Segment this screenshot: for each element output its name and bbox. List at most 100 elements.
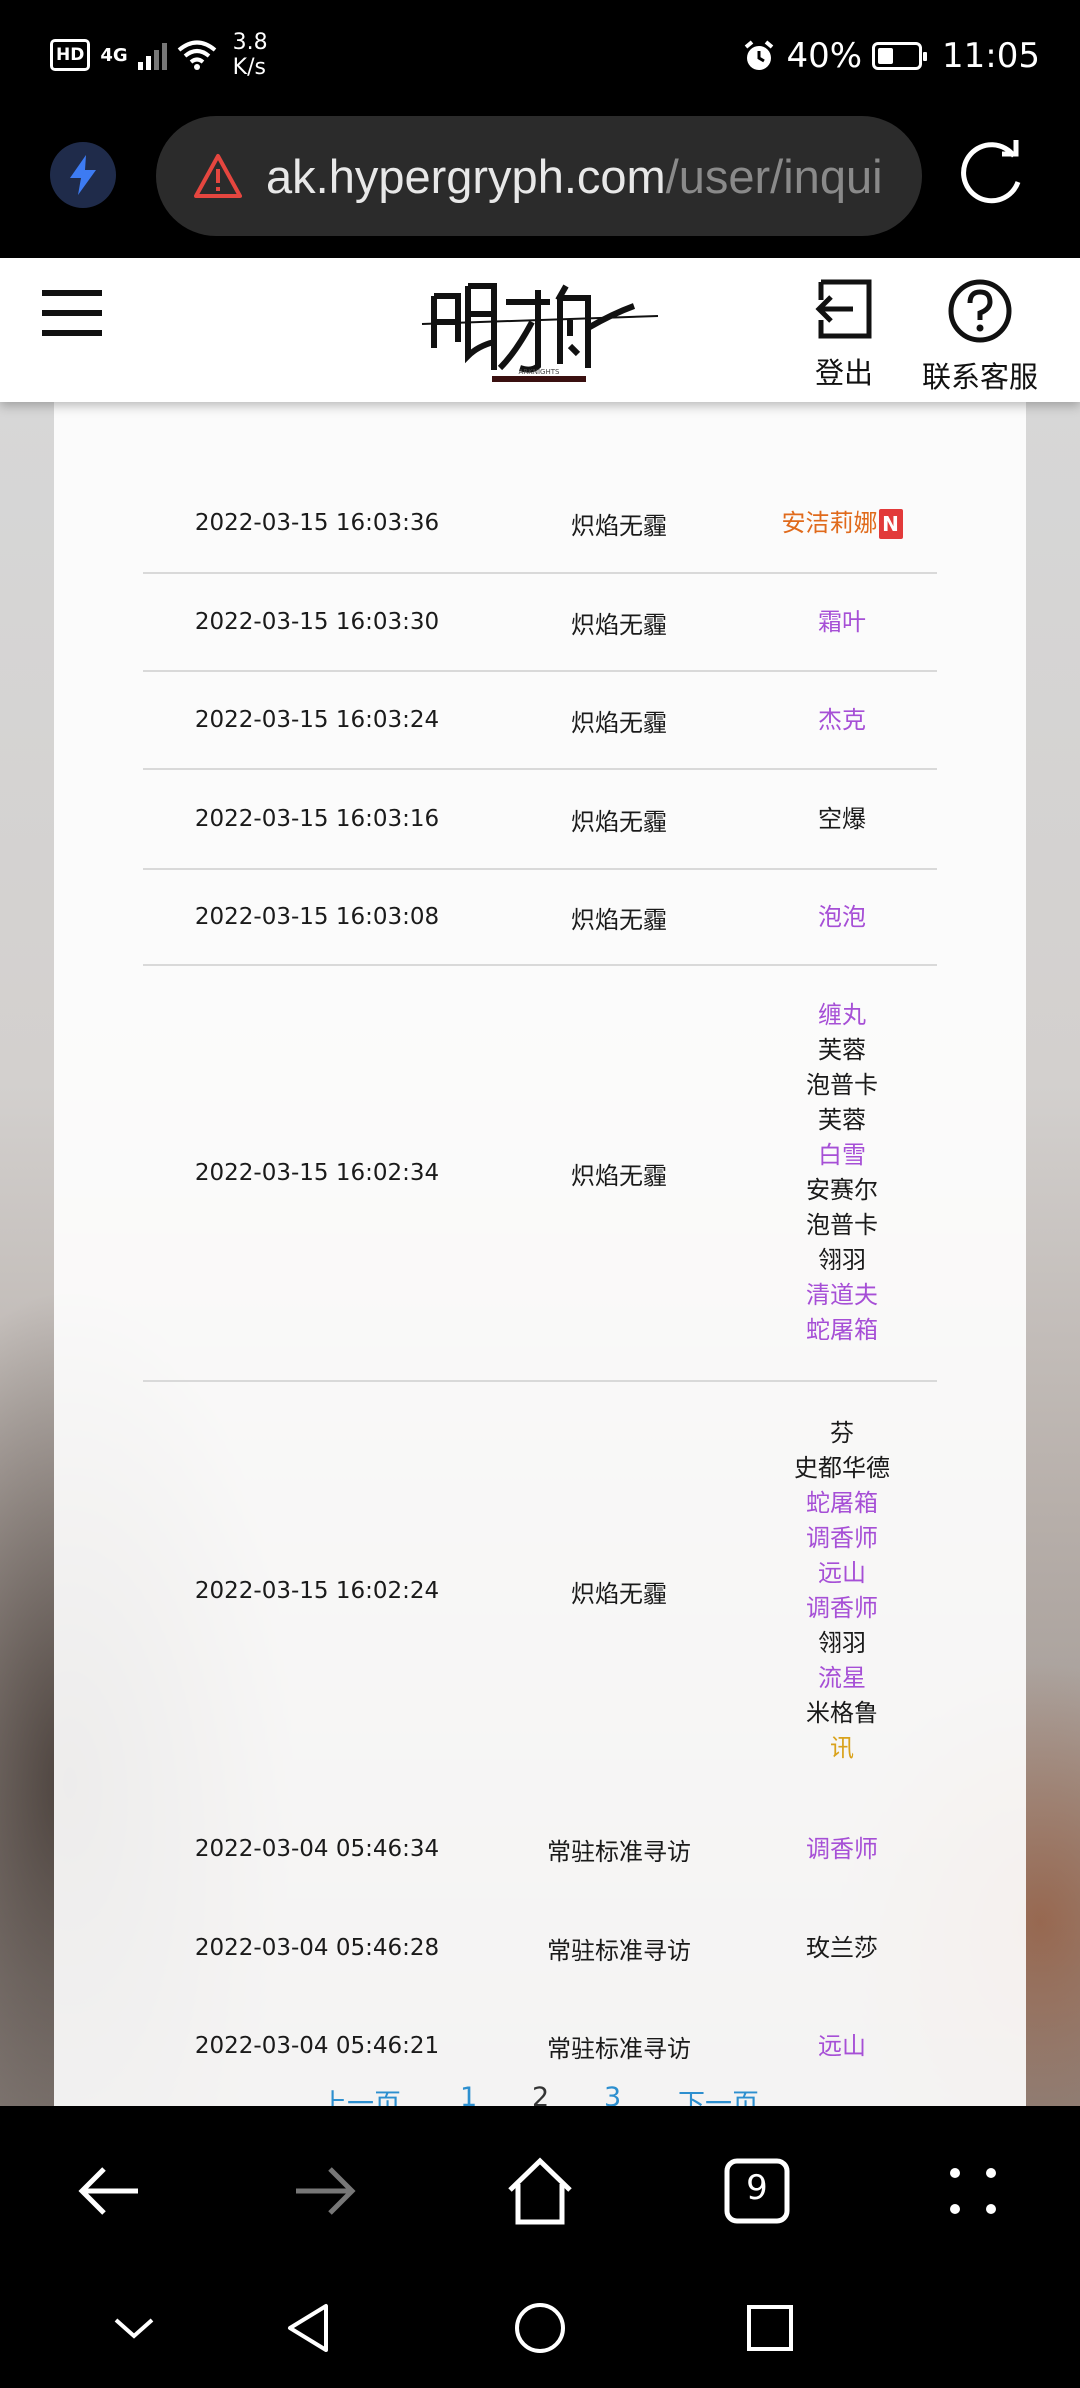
pool-name: 常驻标准寻访 [547, 1936, 691, 1965]
back-icon[interactable] [74, 2156, 144, 2226]
operator-name: 芬 [830, 1419, 854, 1447]
operator-entry: 蛇屠箱 [747, 1313, 937, 1348]
operators-cell: 杰克 [747, 703, 937, 738]
pull-time: 2022-03-04 05:46:21 [194, 2033, 440, 2059]
operators-cell: 调香师 [747, 1832, 937, 1867]
operators-cell: 芬史都华德 蛇屠箱 调香师 远山 调香师 翎羽 流星 米格鲁讯 [747, 1416, 937, 1766]
pool-name: 炽焰无霾 [571, 1161, 667, 1190]
tabs-button[interactable]: 9 [722, 2156, 792, 2226]
pull-time: 2022-03-15 16:03:16 [194, 806, 440, 832]
operator-name: 翎羽 [818, 1629, 866, 1657]
speed-unit: K/s [232, 55, 266, 80]
operator-entry: 米格鲁 [747, 1696, 937, 1731]
operator-name: 史都华德 [794, 1454, 890, 1482]
logout-label: 登出 [814, 356, 873, 390]
recent-apps-icon[interactable] [742, 2300, 798, 2356]
logout-button[interactable]: 登出 [808, 278, 880, 392]
browser-address-bar: ak.hypergryph.com/user/inqui [0, 112, 1080, 258]
system-home-icon[interactable] [512, 2300, 568, 2356]
operator-name: 霜叶 [818, 607, 866, 636]
url-host: ak.hypergryph.com [266, 149, 666, 203]
status-bar: HD 4G 3.8 K/s 40% 11:05 [0, 0, 1080, 112]
operator-name: 流星 [818, 1664, 866, 1692]
table-row: 2022-03-04 05:46:28 常驻标准寻访 玫兰莎 [143, 1900, 937, 1996]
pool-name: 常驻标准寻访 [547, 2034, 691, 2063]
operator-entry: 玫兰莎 [747, 1931, 937, 1966]
pull-time: 2022-03-04 05:46:34 [194, 1836, 440, 1862]
pagination: 上一页 1 2 3 下一页 [54, 2082, 1026, 2106]
url-field[interactable]: ak.hypergryph.com/user/inqui [156, 116, 922, 236]
operator-name: 芙蓉 [818, 1036, 866, 1064]
speed-value: 3.8 [232, 30, 268, 55]
operators-cell: 远山 [747, 2029, 937, 2064]
operator-entry: 泡普卡 [747, 1068, 937, 1103]
current-page: 2 [532, 2082, 550, 2106]
page-3-link[interactable]: 3 [604, 2082, 621, 2106]
customer-service-button[interactable]: 联系客服 [918, 278, 1042, 396]
operator-entry: 安洁莉娜 N [747, 506, 937, 541]
operator-name: 蛇屠箱 [806, 1489, 878, 1517]
operator-entry: 流星 [747, 1661, 937, 1696]
operator-entry: 泡泡 [747, 900, 937, 935]
wifi-icon [177, 40, 216, 70]
home-icon[interactable] [505, 2156, 575, 2226]
network-type: 4G [100, 44, 128, 66]
new-badge: N [878, 508, 903, 539]
reload-icon[interactable] [952, 132, 1032, 212]
svg-text:ARKNIGHTS: ARKNIGHTS [519, 368, 561, 376]
pull-time: 2022-03-15 16:02:24 [194, 1578, 440, 1604]
page-content[interactable]: 2022-03-15 16:03:36 炽焰无霾 安洁莉娜 N 2022-03-15 1… [0, 402, 1080, 2106]
arknights-logo[interactable]: ARKNIGHTS [420, 276, 660, 386]
more-options-icon[interactable] [938, 2156, 1008, 2226]
clock: 11:05 [942, 36, 1040, 76]
signal-icon [137, 40, 167, 70]
operator-entry: 芙蓉 [747, 1033, 937, 1068]
next-page-link[interactable]: 下一页 [678, 2082, 759, 2106]
operator-name: 调香师 [806, 1524, 878, 1552]
operator-name: 芙蓉 [818, 1106, 866, 1134]
pool-name: 炽焰无霾 [571, 905, 667, 934]
operator-entry: 泡普卡 [747, 1208, 937, 1243]
lightning-icon[interactable] [50, 142, 116, 208]
pool-name: 炽焰无霾 [571, 807, 667, 836]
operator-entry: 白雪 [747, 1138, 937, 1173]
operator-name: 调香师 [806, 1834, 878, 1863]
pull-time: 2022-03-15 16:03:36 [194, 510, 440, 536]
operator-name: 远山 [818, 1559, 866, 1587]
pull-time: 2022-03-15 16:02:34 [194, 1160, 440, 1186]
url-path: /user/inqui [665, 149, 883, 203]
forward-icon[interactable] [290, 2156, 360, 2226]
pool-name: 炽焰无霾 [571, 708, 667, 737]
gacha-history-panel: 2022-03-15 16:03:36 炽焰无霾 安洁莉娜 N 2022-03-15 1… [54, 402, 1026, 2106]
page-1-link[interactable]: 1 [460, 2082, 477, 2106]
collapse-icon[interactable] [106, 2300, 162, 2356]
operator-name: 白雪 [818, 1141, 866, 1169]
operator-name: 泡普卡 [806, 1211, 878, 1239]
operator-name: 调香师 [806, 1594, 878, 1622]
pool-name: 炽焰无霾 [571, 511, 667, 540]
operator-entry: 翎羽 [747, 1626, 937, 1661]
pull-time: 2022-03-04 05:46:28 [194, 1935, 440, 1961]
battery-icon [872, 42, 928, 70]
operator-name: 远山 [818, 2031, 866, 2060]
operator-name: 泡普卡 [806, 1071, 878, 1099]
operators-cell: 缠丸 芙蓉 泡普卡 芙蓉 白雪 安赛尔 泡普卡 翎羽 清道夫 蛇屠箱 [747, 998, 937, 1348]
menu-icon[interactable] [42, 290, 102, 336]
warning-icon[interactable] [194, 152, 242, 200]
operator-entry: 清道夫 [747, 1278, 937, 1313]
operator-entry: 远山 [747, 1556, 937, 1591]
battery-percent: 40% [786, 36, 863, 76]
operator-name: 讯 [830, 1734, 854, 1762]
operators-cell: 玫兰莎 [747, 1931, 937, 1966]
operator-entry: 安赛尔 [747, 1173, 937, 1208]
table-row: 2022-03-15 16:03:30 炽焰无霾 霜叶 [143, 574, 937, 672]
alarm-icon [745, 40, 774, 70]
system-back-icon[interactable] [282, 2300, 338, 2356]
operators-cell: 安洁莉娜 N [747, 506, 937, 541]
site-header: ARKNIGHTS 登出 联系客服 [0, 258, 1080, 402]
prev-page-link[interactable]: 上一页 [320, 2082, 401, 2106]
operators-cell: 泡泡 [747, 900, 937, 935]
operator-entry: 芙蓉 [747, 1103, 937, 1138]
url-text[interactable]: ak.hypergryph.com/user/inqui [266, 149, 883, 204]
operator-name: 安洁莉娜 [781, 508, 878, 537]
